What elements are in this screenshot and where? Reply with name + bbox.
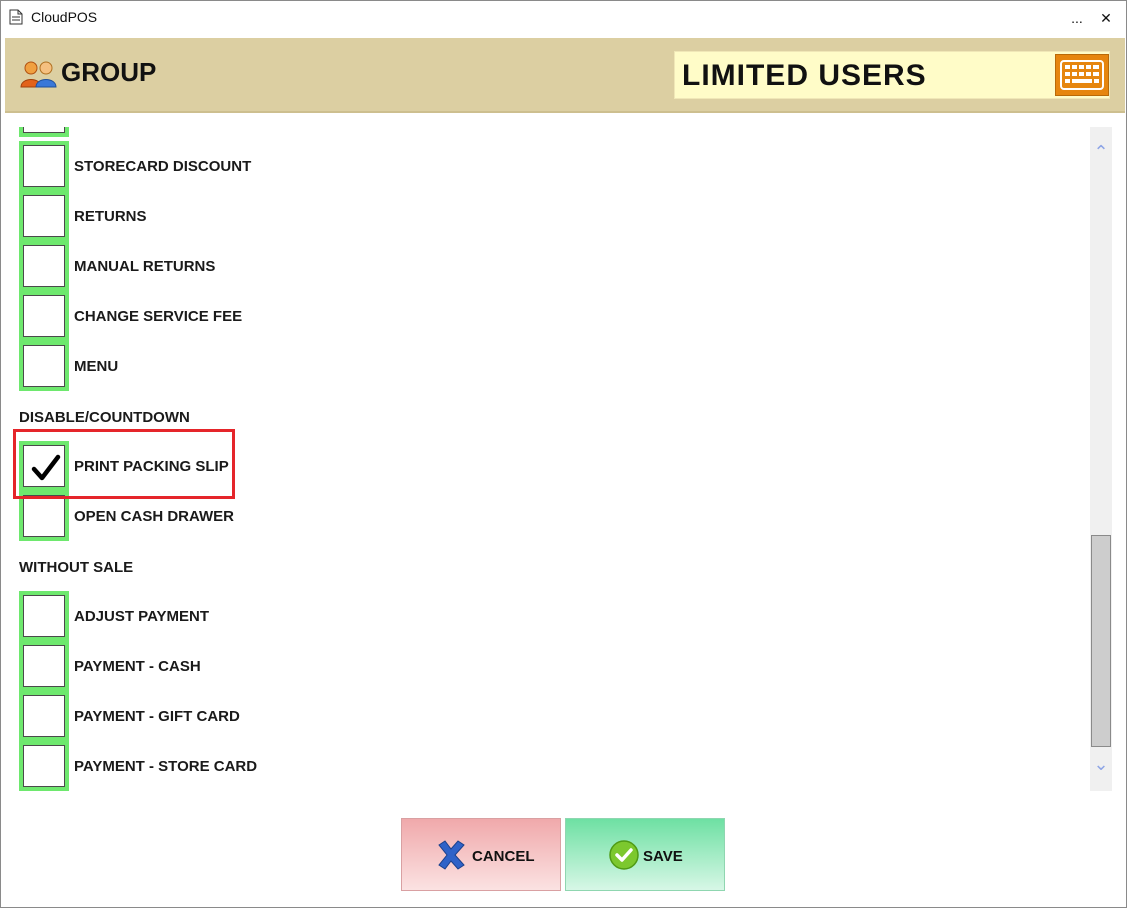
document-icon bbox=[9, 9, 23, 25]
keyboard-button[interactable] bbox=[1055, 54, 1109, 96]
close-button[interactable]: ✕ bbox=[1094, 7, 1118, 29]
permission-row-adjust-payment[interactable]: ADJUST PAYMENT bbox=[19, 591, 919, 641]
permission-row-storecard-discount[interactable]: STORECARD DISCOUNT bbox=[19, 141, 919, 191]
cancel-button-label: CANCEL bbox=[472, 848, 535, 865]
permission-row-payment-store-card[interactable]: PAYMENT - STORE CARD bbox=[19, 741, 919, 791]
permission-checkbox[interactable] bbox=[19, 741, 69, 791]
more-button[interactable]: ... bbox=[1065, 7, 1089, 29]
permission-label: STORECARD DISCOUNT bbox=[74, 158, 252, 175]
permission-row-returns[interactable]: RETURNS bbox=[19, 191, 919, 241]
scroll-down-arrow-icon[interactable]: ⌄ bbox=[1090, 753, 1112, 775]
permission-checkbox[interactable] bbox=[19, 341, 69, 391]
highlight-box bbox=[13, 429, 235, 499]
section-heading-disable-countdown: DISABLE/COUNTDOWN bbox=[19, 409, 190, 426]
cancel-button[interactable]: CANCEL bbox=[401, 818, 561, 891]
cloudpos-window: CloudPOS ... ✕ GROUP LIMITED USERS STORE… bbox=[0, 0, 1127, 908]
permission-checkbox[interactable] bbox=[19, 291, 69, 341]
permission-row[interactable] bbox=[19, 127, 919, 137]
permission-row-payment-cash[interactable]: PAYMENT - CASH bbox=[19, 641, 919, 691]
permission-row-change-service-fee[interactable]: CHANGE SERVICE FEE bbox=[19, 291, 919, 341]
page-title: GROUP bbox=[61, 57, 157, 87]
scrollbar-thumb[interactable] bbox=[1091, 535, 1111, 747]
permission-label: PAYMENT - STORE CARD bbox=[74, 758, 258, 775]
group-name-field[interactable]: LIMITED USERS bbox=[674, 51, 1110, 99]
permission-label: OPEN CASH DRAWER bbox=[74, 508, 235, 525]
permission-label: RETURNS bbox=[74, 208, 147, 225]
keyboard-icon bbox=[1060, 60, 1104, 90]
window-title: CloudPOS bbox=[31, 9, 98, 25]
permission-label: ADJUST PAYMENT bbox=[74, 608, 210, 625]
users-icon bbox=[20, 61, 57, 88]
save-button-label: SAVE bbox=[643, 848, 683, 865]
permission-row-manual-returns[interactable]: MANUAL RETURNS bbox=[19, 241, 919, 291]
permission-label: PAYMENT - CASH bbox=[74, 658, 201, 675]
permission-checkbox[interactable] bbox=[19, 641, 69, 691]
permission-checkbox[interactable] bbox=[19, 591, 69, 641]
title-bar: CloudPOS ... ✕ bbox=[1, 1, 1126, 34]
group-name-value: LIMITED USERS bbox=[682, 59, 927, 92]
permission-row-menu[interactable]: MENU bbox=[19, 341, 919, 391]
permission-checkbox[interactable] bbox=[19, 691, 69, 741]
cancel-x-icon bbox=[438, 840, 465, 870]
group-header: GROUP LIMITED USERS bbox=[5, 38, 1125, 113]
save-check-icon bbox=[609, 840, 639, 870]
permission-checkbox[interactable] bbox=[19, 127, 69, 137]
permission-label: CHANGE SERVICE FEE bbox=[74, 308, 243, 325]
permission-label: MANUAL RETURNS bbox=[74, 258, 216, 275]
vertical-scrollbar[interactable]: ⌃ ⌄ bbox=[1090, 127, 1112, 791]
permission-row-payment-gift-card[interactable]: PAYMENT - GIFT CARD bbox=[19, 691, 919, 741]
permission-checkbox[interactable] bbox=[19, 191, 69, 241]
permission-checkbox[interactable] bbox=[19, 241, 69, 291]
permission-label: MENU bbox=[74, 358, 119, 375]
scroll-up-arrow-icon[interactable]: ⌃ bbox=[1090, 141, 1112, 163]
section-heading-without-sale: WITHOUT SALE bbox=[19, 559, 134, 576]
permission-label: PAYMENT - GIFT CARD bbox=[74, 708, 240, 725]
permission-checkbox[interactable] bbox=[19, 141, 69, 191]
save-button[interactable]: SAVE bbox=[565, 818, 725, 891]
